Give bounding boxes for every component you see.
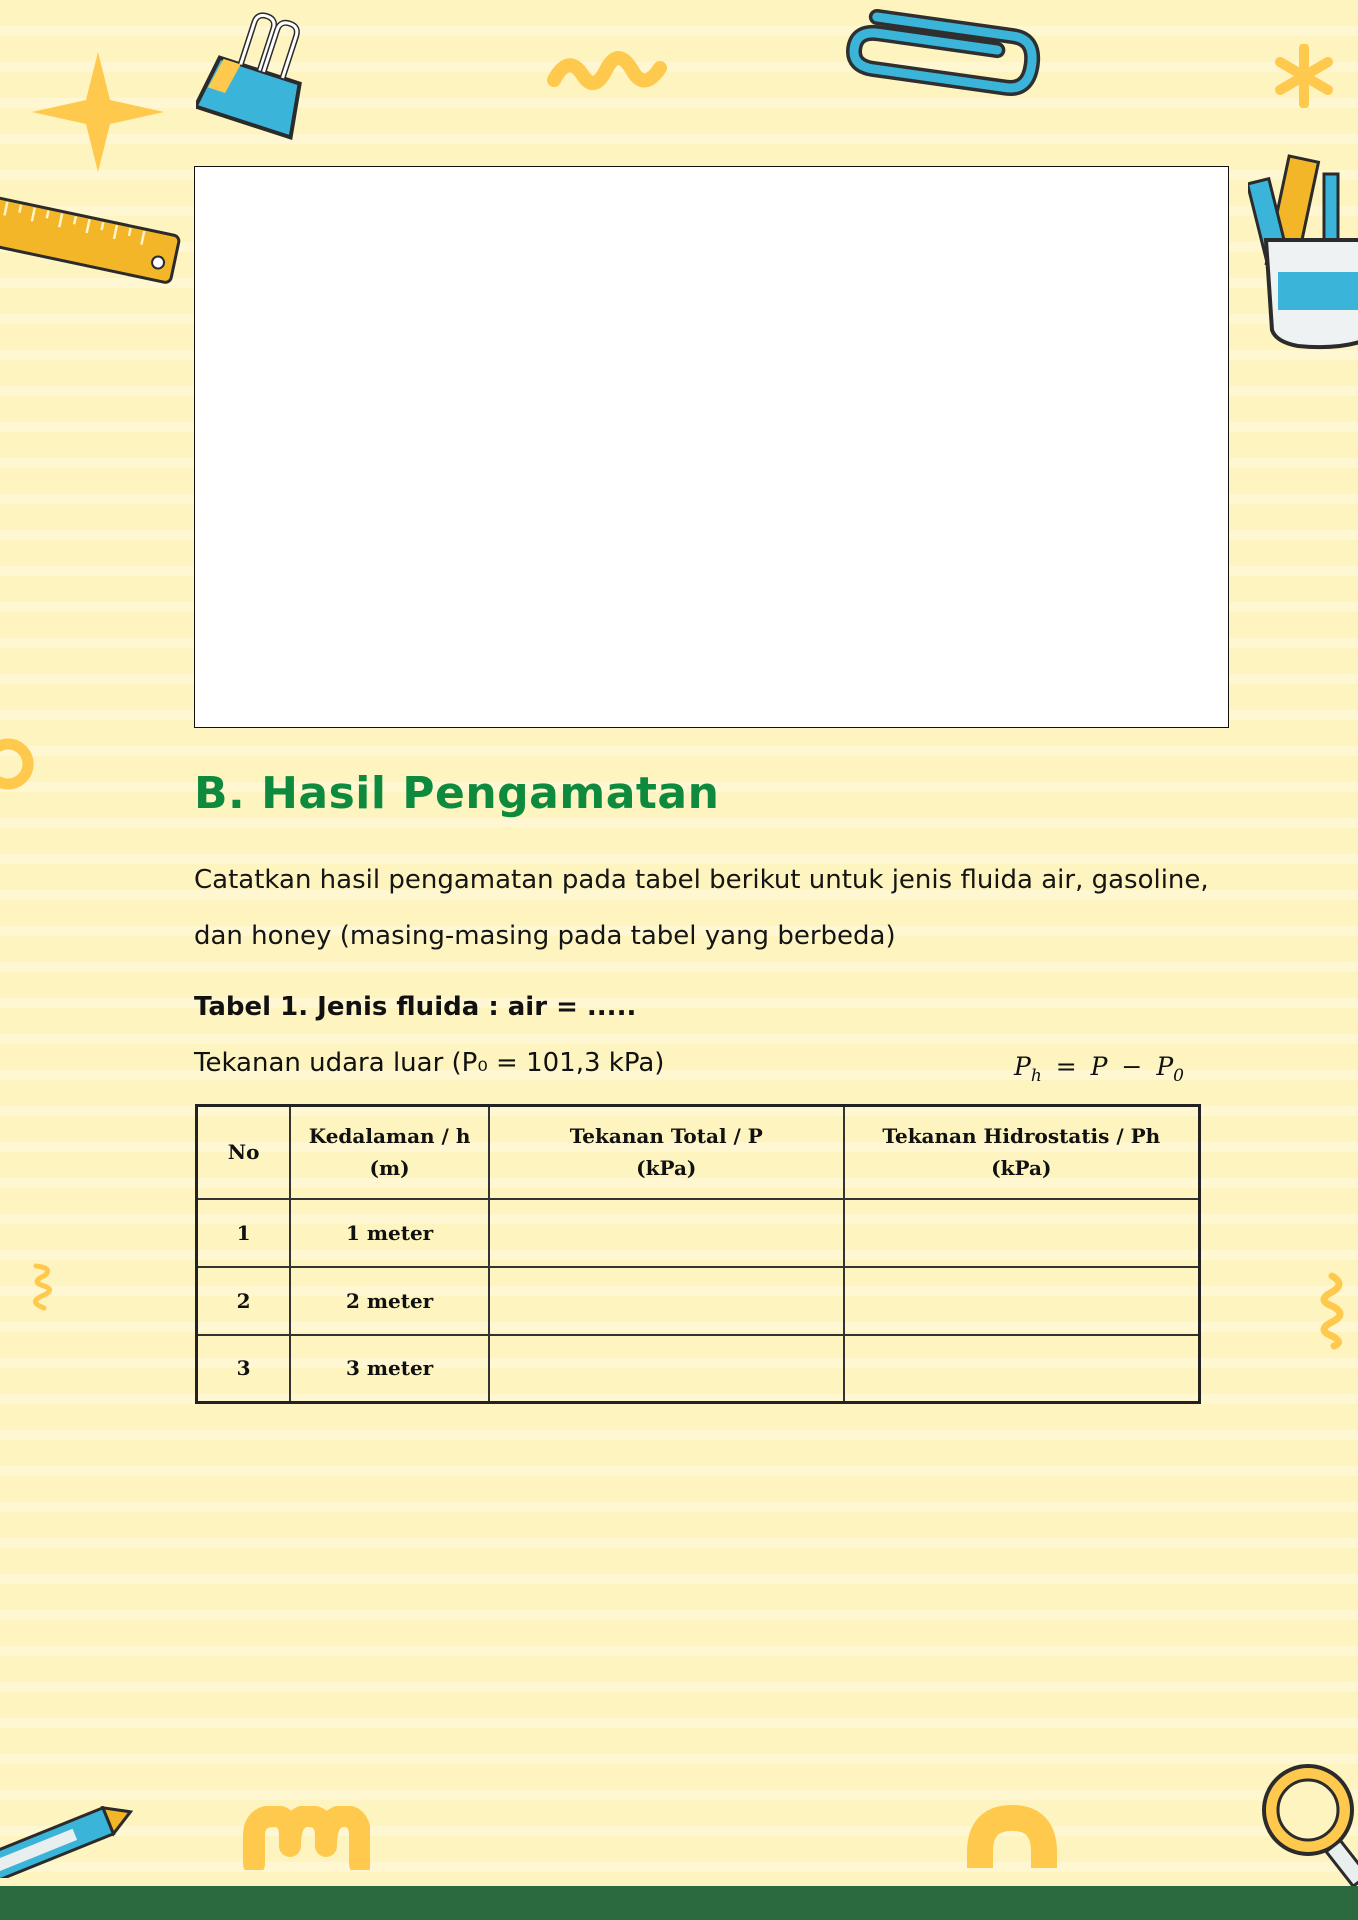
header-hydrostatic-pressure: Tekanan Hidrostatis / Ph (kPa)	[842, 1104, 1201, 1200]
wave-icon	[243, 1806, 370, 1870]
footer-bar	[0, 1886, 1358, 1920]
formula-rhs-sub: 0	[1173, 1066, 1184, 1086]
section-title: B. Hasil Pengamatan	[194, 768, 720, 819]
magnifier-icon	[1262, 1764, 1358, 1889]
section-description: Catatkan hasil pengamatan pada tabel ber…	[194, 865, 1209, 951]
cell-hydrostatic-pressure[interactable]	[842, 1265, 1201, 1336]
table-title: Tabel 1. Jenis fluida : air = .....	[194, 992, 637, 1022]
header-depth-label: Kedalaman / h	[308, 1124, 471, 1149]
pencil-icon	[0, 1805, 134, 1878]
spiral-icon	[1320, 1272, 1344, 1350]
header-no: No	[195, 1104, 292, 1200]
header-hydrostatic-pressure-unit: (kPa)	[991, 1156, 1052, 1181]
cell-no: 3	[195, 1333, 292, 1404]
header-no-label: No	[227, 1140, 260, 1165]
table-row: 3 3 meter	[195, 1333, 1201, 1404]
formula-p: P	[1090, 1052, 1108, 1081]
star-icon	[32, 52, 164, 172]
hydrostatic-formula: Ph = P − P0	[1014, 1052, 1184, 1086]
arch-icon	[967, 1804, 1057, 1868]
header-depth: Kedalaman / h (m)	[289, 1104, 490, 1200]
spiral-icon	[33, 1263, 52, 1311]
cell-no: 2	[195, 1265, 292, 1336]
header-depth-unit: (m)	[369, 1156, 410, 1181]
header-total-pressure: Tekanan Total / P (kPa)	[487, 1104, 845, 1200]
cell-depth: 2 meter	[289, 1265, 490, 1336]
cell-total-pressure[interactable]	[487, 1333, 845, 1404]
cell-depth: 1 meter	[289, 1197, 490, 1268]
ruler-icon	[0, 196, 181, 284]
pressure-note: Tekanan udara luar (P₀ = 101,3 kPa)	[194, 1048, 665, 1078]
cell-hydrostatic-pressure[interactable]	[842, 1333, 1201, 1404]
pencil-cup-icon	[1248, 154, 1358, 350]
formula-lhs-sub: h	[1030, 1066, 1042, 1086]
header-total-pressure-label: Tekanan Total / P	[569, 1124, 763, 1149]
observation-table: No Kedalaman / h (m) Tekanan Total / P (…	[195, 1104, 1201, 1404]
cell-total-pressure[interactable]	[487, 1265, 845, 1336]
cell-no: 1	[195, 1197, 292, 1268]
binder-clip-icon	[196, 12, 302, 140]
cell-hydrostatic-pressure[interactable]	[842, 1197, 1201, 1268]
cell-depth: 3 meter	[289, 1333, 490, 1404]
formula-rhs: P	[1156, 1052, 1174, 1081]
ring-icon	[0, 738, 34, 790]
table-row: 2 2 meter	[195, 1265, 1201, 1336]
header-hydrostatic-pressure-label: Tekanan Hidrostatis / Ph	[882, 1124, 1161, 1149]
table-row: 1 1 meter	[195, 1197, 1201, 1268]
formula-equals: =	[1055, 1052, 1077, 1081]
header-total-pressure-unit: (kPa)	[636, 1156, 697, 1181]
image-placeholder-box	[194, 166, 1229, 728]
asterisk-icon	[1275, 44, 1333, 108]
paperclip-icon	[846, 8, 1041, 96]
squiggle-icon	[547, 51, 667, 90]
formula-lhs: P	[1014, 1052, 1031, 1081]
table-header-row: No Kedalaman / h (m) Tekanan Total / P (…	[195, 1104, 1201, 1200]
cell-total-pressure[interactable]	[487, 1197, 845, 1268]
formula-minus: −	[1121, 1052, 1143, 1081]
